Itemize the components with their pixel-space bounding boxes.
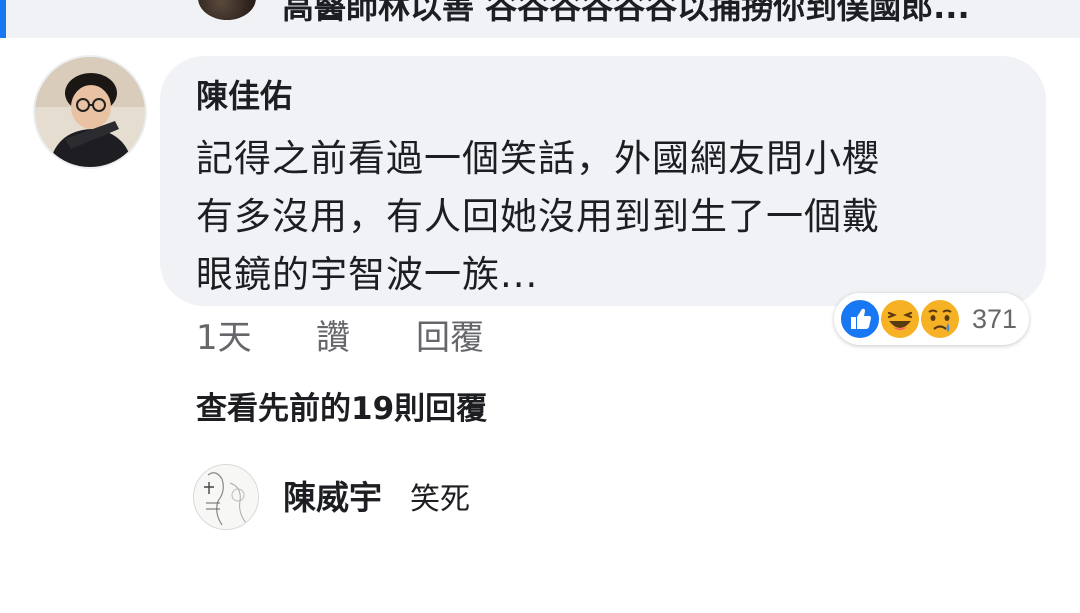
reply-text: 笑死: [410, 482, 470, 517]
like-button[interactable]: 讚: [316, 316, 350, 360]
reply-author-name[interactable]: 陳威宇: [283, 476, 382, 520]
avatar[interactable]: [198, 0, 256, 20]
comment-line: 記得之前看過一個笑話，外國網友問小櫻: [196, 137, 880, 180]
commenter-avatar[interactable]: [33, 55, 147, 169]
reply-avatar[interactable]: [193, 464, 259, 530]
reaction-count: 371: [972, 303, 1018, 334]
sad-icon: [919, 298, 961, 340]
view-previous-replies-link[interactable]: 查看先前的19則回覆: [196, 387, 487, 431]
haha-icon: [879, 298, 921, 340]
comment-text: 記得之前看過一個笑話，外國網友問小櫻 有多沒用，有人回她沒用到到生了一個戴 眼鏡…: [196, 130, 1016, 304]
highlight-bar: [0, 0, 6, 38]
comment-author-name[interactable]: 陳佳佑: [196, 76, 292, 116]
comment-line: 有多沒用，有人回她沒用到到生了一個戴: [196, 195, 880, 238]
previous-comment-strip: 高醫師林以善 谷谷谷谷谷谷以捕撈你到僕國郎...: [0, 0, 1080, 38]
reply-button[interactable]: 回覆: [416, 316, 484, 360]
like-icon: [839, 298, 881, 340]
previous-comment-text: 高醫師林以善 谷谷谷谷谷谷以捕撈你到僕國郎...: [282, 0, 970, 26]
comment-timestamp[interactable]: 1天: [196, 316, 252, 360]
reaction-summary[interactable]: 371: [834, 293, 1030, 345]
